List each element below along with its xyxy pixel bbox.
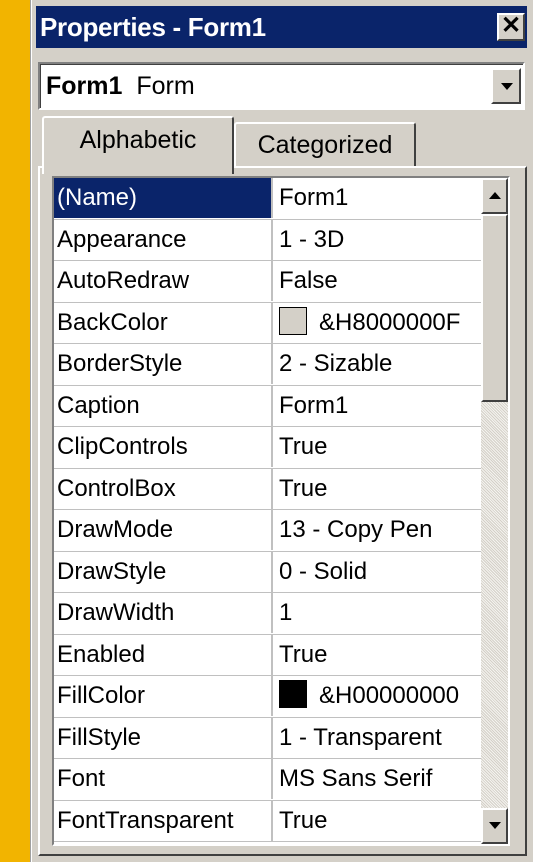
property-name[interactable]: DrawStyle: [54, 551, 273, 592]
property-value-text: Form1: [279, 391, 349, 419]
property-row[interactable]: DrawMode 13 - Copy Pen: [54, 510, 481, 552]
scroll-down-button[interactable]: [481, 808, 508, 844]
property-value[interactable]: False: [273, 261, 481, 301]
property-value-text: True: [279, 433, 328, 460]
property-row[interactable]: FillColor &H00000000: [54, 676, 481, 718]
property-value-text: MS Sans Serif: [279, 765, 433, 792]
property-value[interactable]: MS Sans Serif: [273, 759, 481, 799]
property-name[interactable]: FontTransparent: [54, 800, 273, 841]
property-value[interactable]: True: [273, 427, 481, 467]
window-title: Properties - Form1: [40, 12, 266, 42]
property-value[interactable]: True: [273, 801, 481, 841]
property-value[interactable]: True: [273, 635, 481, 675]
property-value[interactable]: 0 - Solid: [273, 552, 481, 592]
property-name[interactable]: BackColor: [54, 302, 273, 343]
scroll-down-arrow-icon: [489, 822, 501, 829]
property-name[interactable]: (Name): [54, 178, 273, 218]
property-value-text: 1 - 3D: [279, 225, 345, 253]
property-row[interactable]: FillStyle 1 - Transparent: [54, 717, 481, 759]
tab-alphabetic[interactable]: Alphabetic: [42, 116, 234, 174]
close-icon: ✕: [500, 12, 522, 39]
property-name[interactable]: BorderStyle: [54, 344, 273, 384]
property-value-text: &H8000000F: [319, 308, 461, 336]
property-name[interactable]: FillStyle: [54, 717, 273, 758]
object-name: Form1: [46, 72, 123, 100]
color-swatch: [279, 306, 307, 335]
tab-categorized[interactable]: Categorized: [234, 122, 416, 166]
property-value[interactable]: Form1: [273, 178, 481, 218]
property-value[interactable]: 1 - 3D: [273, 220, 481, 260]
property-value-text: True: [279, 640, 328, 668]
property-row[interactable]: DrawWidth 1: [54, 593, 481, 635]
property-value[interactable]: &H00000000: [273, 676, 481, 716]
property-value-text: False: [279, 267, 338, 294]
property-name[interactable]: Enabled: [54, 634, 273, 675]
property-value-text: 1 - Transparent: [279, 723, 442, 751]
property-row[interactable]: AutoRedraw False: [54, 261, 481, 303]
chevron-down-icon: [501, 83, 513, 90]
property-row[interactable]: ControlBox True: [54, 468, 481, 510]
property-row[interactable]: DrawStyle 0 - Solid: [54, 551, 481, 593]
property-value[interactable]: 13 - Copy Pen: [273, 510, 481, 550]
property-name[interactable]: DrawWidth: [54, 593, 273, 633]
properties-window: Properties - Form1 ✕ Form1 Form Alphabet…: [30, 0, 533, 862]
title-bar[interactable]: Properties - Form1 ✕: [36, 6, 527, 48]
color-swatch: [279, 680, 307, 708]
property-name[interactable]: Font: [54, 759, 273, 799]
property-name[interactable]: AutoRedraw: [54, 261, 273, 301]
property-value[interactable]: &H8000000F: [273, 303, 481, 343]
property-value[interactable]: True: [273, 469, 481, 509]
tab-panel: (Name) Form1 Appearance 1 - 3D AutoRedraw Fal…: [38, 166, 527, 856]
object-selector-combobox[interactable]: Form1 Form: [38, 62, 525, 110]
scroll-up-button[interactable]: [481, 178, 508, 214]
property-value-text: 1: [279, 599, 293, 626]
property-row[interactable]: ClipControls True: [54, 427, 481, 469]
property-value-text: &H00000000: [319, 682, 460, 709]
property-value[interactable]: Form1: [273, 386, 481, 426]
property-value[interactable]: 1: [273, 593, 481, 633]
object-type: Form: [136, 72, 195, 100]
property-name[interactable]: ControlBox: [54, 468, 273, 509]
property-grid: (Name) Form1 Appearance 1 - 3D AutoRedraw Fal…: [52, 176, 510, 846]
property-name[interactable]: ClipControls: [54, 427, 273, 467]
property-name[interactable]: Caption: [54, 385, 273, 426]
property-row[interactable]: BorderStyle 2 - Sizable: [54, 344, 481, 386]
property-value-text: 0 - Solid: [279, 557, 368, 585]
property-row[interactable]: Appearance 1 - 3D: [54, 219, 481, 261]
property-row[interactable]: (Name) Form1: [54, 178, 481, 220]
property-value-text: 13 - Copy Pen: [279, 516, 433, 543]
scroll-thumb[interactable]: [481, 214, 508, 402]
property-name[interactable]: FillColor: [54, 676, 273, 716]
property-value-text: True: [279, 806, 328, 834]
property-name[interactable]: DrawMode: [54, 510, 273, 550]
property-row[interactable]: BackColor &H8000000F: [54, 302, 481, 344]
close-button[interactable]: ✕: [497, 13, 525, 41]
property-name[interactable]: Appearance: [54, 219, 273, 260]
property-row[interactable]: Enabled True: [54, 634, 481, 676]
property-value-text: True: [279, 474, 328, 502]
property-value[interactable]: 1 - Transparent: [273, 718, 481, 758]
property-row[interactable]: Caption Form1: [54, 385, 481, 427]
property-row[interactable]: FontTransparent True: [54, 800, 481, 842]
property-value-text: Form1: [279, 184, 349, 211]
object-selector-value: Form1 Form: [46, 70, 195, 102]
property-row[interactable]: Font MS Sans Serif: [54, 759, 481, 801]
property-value-text: 2 - Sizable: [279, 350, 393, 377]
vertical-scrollbar[interactable]: [481, 178, 508, 844]
property-value[interactable]: 2 - Sizable: [273, 344, 481, 384]
scroll-up-arrow-icon: [489, 192, 501, 199]
object-selector-dropdown-button[interactable]: [491, 68, 521, 104]
property-list: (Name) Form1 Appearance 1 - 3D AutoRedraw Fal…: [54, 178, 481, 842]
